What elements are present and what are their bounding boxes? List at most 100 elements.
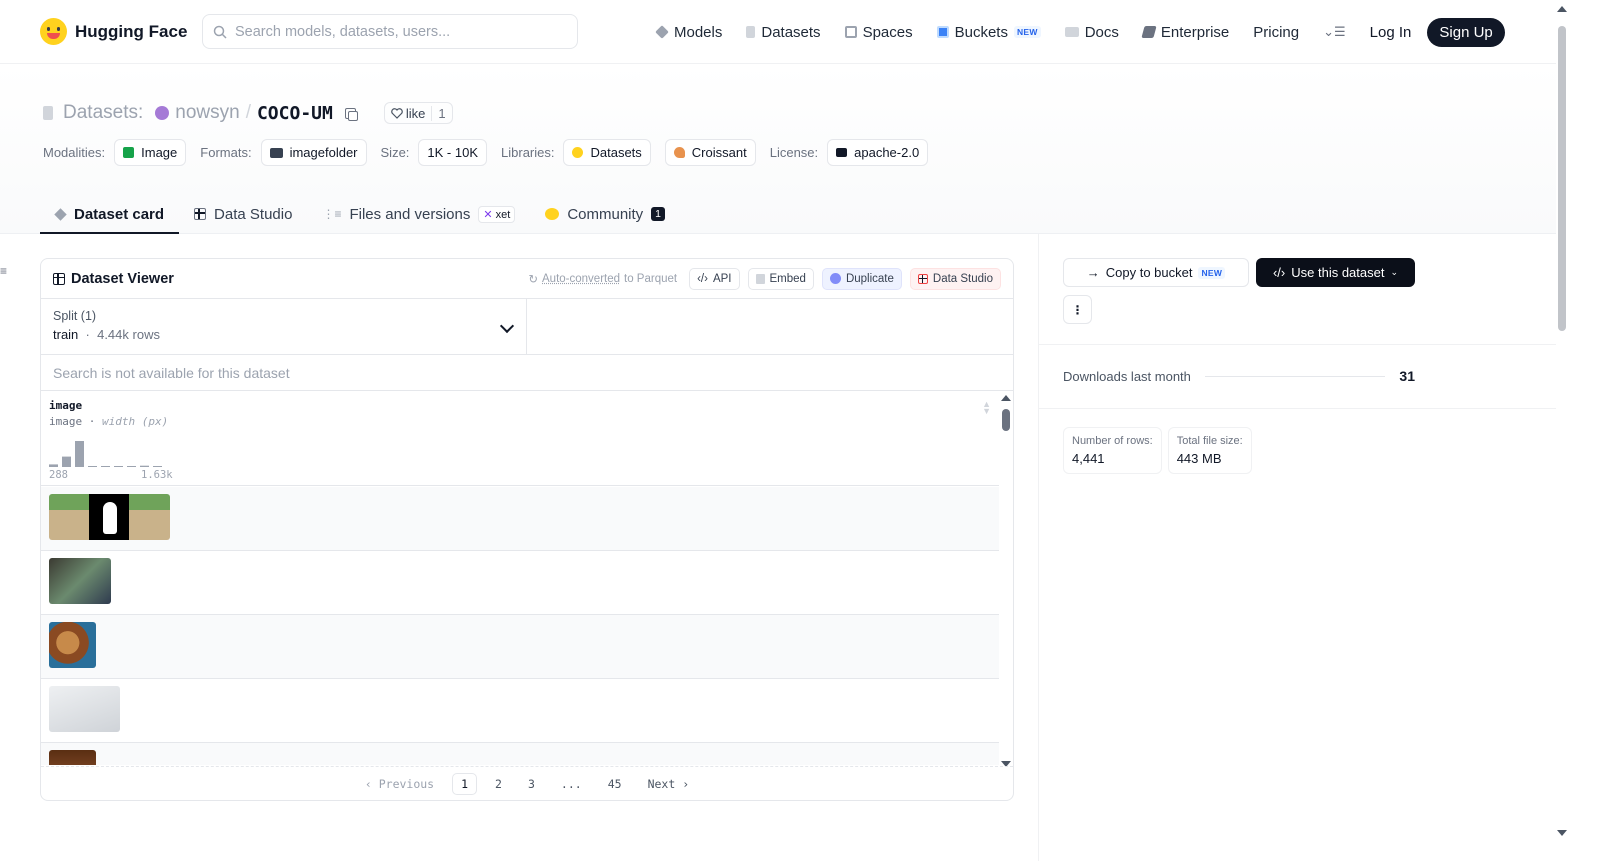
table-row[interactable] — [41, 743, 999, 765]
divider — [1039, 344, 1557, 345]
histogram-bar[interactable] — [114, 466, 123, 467]
nav-spaces[interactable]: Spaces — [844, 24, 913, 41]
sort-icon[interactable]: ▲ ▼ — [982, 400, 991, 416]
next-page[interactable]: Next › — [640, 774, 698, 794]
more-options-button[interactable]: ⋮ — [1063, 295, 1092, 324]
histogram-bar[interactable] — [101, 466, 110, 467]
histogram-bar[interactable] — [49, 464, 58, 467]
table-row[interactable] — [41, 679, 999, 743]
library-chip-datasets[interactable]: Datasets — [563, 139, 651, 166]
previous-page[interactable]: ‹ Previous — [357, 774, 442, 794]
image-thumbnail[interactable] — [49, 494, 170, 540]
histogram-bar[interactable] — [153, 466, 162, 467]
new-badge: NEW — [1013, 26, 1041, 38]
image-thumbnail[interactable] — [49, 558, 111, 604]
histogram-bar[interactable] — [62, 456, 71, 467]
split-separator: · — [81, 327, 98, 342]
rows-value: 4,441 — [1072, 451, 1105, 466]
histogram-bar[interactable] — [140, 465, 149, 467]
tab-label: Community — [567, 205, 644, 223]
page-1[interactable]: 1 — [452, 772, 478, 795]
scroll-up-icon[interactable] — [1001, 395, 1011, 401]
use-this-dataset-button[interactable]: ‹/› Use this dataset ⌄ — [1256, 258, 1415, 287]
duplicate-button[interactable]: Duplicate — [821, 267, 902, 290]
copy-to-bucket-button[interactable]: → Copy to bucket NEW — [1063, 258, 1249, 287]
table-row[interactable] — [41, 551, 999, 615]
page-45[interactable]: 45 — [600, 774, 630, 794]
nav-pricing[interactable]: Pricing — [1253, 24, 1299, 41]
duplicate-label: Duplicate — [845, 272, 894, 285]
scroll-down-icon[interactable] — [1557, 830, 1567, 836]
page-scrollbar-thumb[interactable] — [1558, 26, 1566, 331]
viewer-actions: ↻ Auto-converted to Parquet ‹/› API Embe… — [528, 267, 1001, 290]
nav-models[interactable]: Models — [655, 24, 722, 41]
column-type: image · width (px) — [49, 415, 169, 428]
scrollbar-thumb[interactable] — [1002, 409, 1010, 431]
thumb-mask — [89, 494, 129, 540]
tab-data-studio[interactable]: Data Studio — [179, 194, 307, 234]
page-3[interactable]: 3 — [520, 774, 543, 794]
format-chip[interactable]: imagefolder — [260, 139, 367, 166]
mask-shape — [103, 502, 117, 534]
histogram-bar[interactable] — [88, 466, 97, 467]
api-button[interactable]: ‹/› API — [689, 267, 740, 290]
page-2[interactable]: 2 — [487, 774, 510, 794]
scroll-up-icon[interactable] — [1557, 6, 1567, 12]
embed-button[interactable]: Embed — [747, 267, 814, 290]
like-button[interactable]: like 1 — [383, 102, 453, 124]
table-row[interactable] — [41, 487, 999, 551]
data-studio-button[interactable]: Data Studio — [909, 267, 1001, 290]
section-label[interactable]: Datasets: — [63, 102, 143, 124]
xet-label: xet — [495, 208, 511, 221]
libraries-label: Libraries: — [501, 145, 555, 160]
like-label: like — [405, 105, 426, 121]
histogram-bar[interactable] — [127, 466, 136, 467]
library-chip-croissant[interactable]: Croissant — [664, 139, 756, 166]
signup-button[interactable]: Sign Up — [1427, 17, 1505, 47]
column-header-image[interactable]: image image · width (px) 288 1.63k ▲ ▼ — [41, 391, 999, 486]
owner-link[interactable]: nowsyn — [175, 102, 239, 124]
search-bar[interactable] — [202, 14, 578, 49]
modality-chip[interactable]: Image — [114, 139, 187, 166]
histogram-bar[interactable] — [75, 441, 84, 467]
image-thumbnail[interactable] — [49, 750, 96, 765]
table-row[interactable] — [41, 615, 999, 679]
nav-docs-label: Docs — [1084, 23, 1119, 41]
tab-files[interactable]: ⋮≡ Files and versions ✕ xet — [307, 194, 530, 234]
copy-icon[interactable] — [344, 107, 358, 121]
tab-dataset-card[interactable]: Dataset card — [40, 194, 180, 234]
nav-menu: Models Datasets Spaces Buckets NEW Docs … — [655, 0, 1505, 64]
split-dropdown[interactable]: Split (1) train · 4.44k rows — [41, 299, 527, 354]
auto-converted-link[interactable]: Auto-converted — [542, 273, 620, 285]
nav-docs[interactable]: Docs — [1064, 23, 1119, 41]
more-menu-icon[interactable]: ⌄☰ — [1323, 24, 1346, 40]
viewer-title: Dataset Viewer — [53, 271, 174, 287]
nav-enterprise[interactable]: Enterprise — [1141, 24, 1229, 41]
search-input[interactable] — [235, 23, 555, 40]
image-icon — [123, 147, 135, 158]
size-chip[interactable]: 1K - 10K — [418, 139, 488, 166]
column-stat: width (px) — [102, 415, 169, 428]
heart-icon — [391, 107, 403, 119]
page-scrollbar[interactable] — [1556, 0, 1600, 861]
tab-label: Data Studio — [214, 205, 293, 223]
license-chip[interactable]: apache-2.0 — [827, 139, 929, 166]
nav-datasets[interactable]: Datasets — [746, 24, 821, 41]
table-icon — [53, 272, 65, 285]
repo-name[interactable]: COCO-UM — [257, 103, 333, 124]
width-histogram[interactable] — [49, 439, 179, 467]
sidebar-toggle-icon[interactable]: ≡ — [0, 264, 7, 278]
tab-community[interactable]: Community 1 — [530, 194, 680, 234]
hf-logo[interactable]: Hugging Face — [40, 18, 187, 45]
image-thumbnail[interactable] — [49, 686, 120, 732]
dataset-metadata: Modalities: Image Formats: imagefolder S… — [43, 139, 942, 166]
duplicate-icon — [829, 273, 841, 284]
library-datasets: Datasets — [590, 145, 642, 160]
use-dataset-label: Use this dataset — [1291, 265, 1385, 280]
viewer-scrollbar[interactable] — [1001, 395, 1011, 767]
image-thumbnail[interactable] — [49, 622, 96, 668]
folder-icon — [269, 147, 283, 158]
login-link[interactable]: Log In — [1370, 24, 1412, 41]
dataset-stats: Number of rows: 4,441 Total file size: 4… — [1063, 427, 1252, 474]
nav-buckets[interactable]: Buckets NEW — [936, 24, 1041, 41]
